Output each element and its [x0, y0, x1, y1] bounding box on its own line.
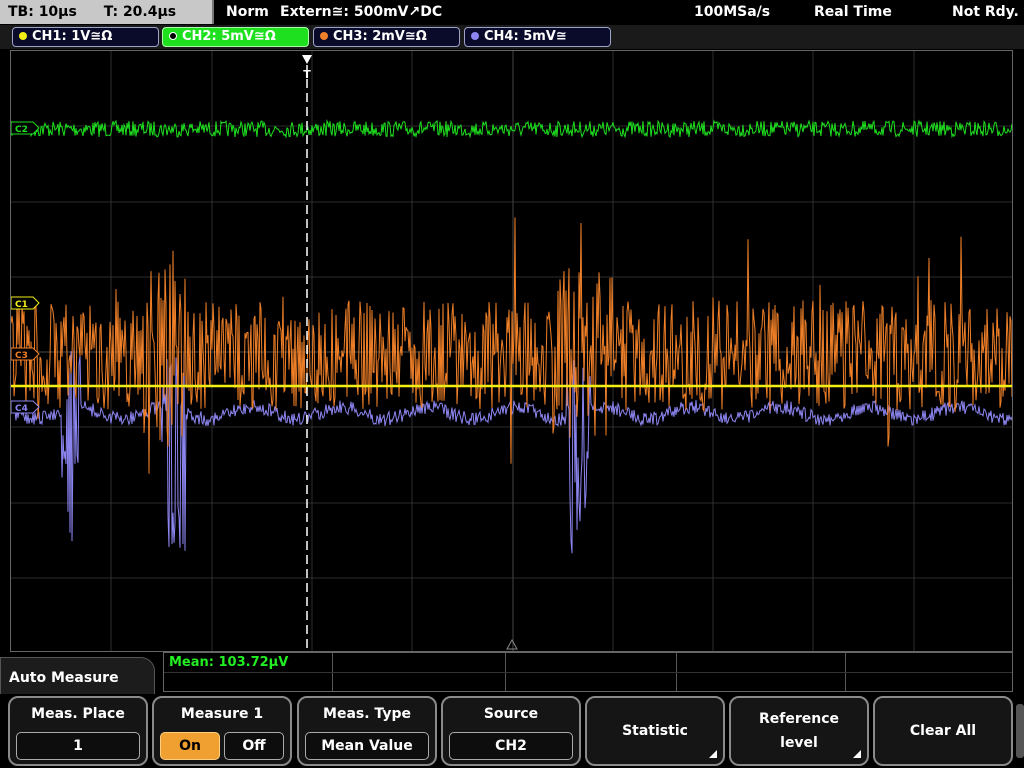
reference-level-label-line1: Reference	[758, 711, 840, 727]
acquisition-mode: Real Time	[814, 4, 892, 20]
measure1-on-button[interactable]: On	[160, 732, 220, 760]
source-value[interactable]: CH2	[449, 732, 573, 760]
reference-level-label-block: Reference level	[731, 698, 867, 764]
timebase-box[interactable]: TB: 10µs T: 20.4µs	[0, 0, 214, 24]
tab-ch2-label: CH2: 5mV≅Ω	[182, 29, 276, 44]
waveform-display[interactable]: T C2 C1 C3 C4	[10, 50, 1013, 652]
ch3-marker-label: C3	[15, 351, 28, 361]
ch2-color-dot-icon	[169, 32, 177, 40]
ch2-marker-label: C2	[15, 125, 28, 135]
tab-ch2[interactable]: CH2: 5mV≅Ω	[162, 27, 309, 47]
acquisition-status: Not Rdy.	[952, 4, 1019, 20]
trigger-time-value: T: 20.4µs	[103, 4, 177, 20]
meas-place-label: Meas. Place	[31, 706, 125, 722]
trigger-source[interactable]: Extern≅: 500mV↗DC	[280, 0, 442, 24]
channel-tabs: CH1: 1V≅Ω CH2: 5mV≅Ω CH3: 2mV≅Ω CH4: 5mV…	[0, 25, 1024, 49]
submenu-corner-icon	[853, 750, 861, 758]
ch3-color-dot-icon	[320, 32, 328, 40]
trigger-mode[interactable]: Norm	[226, 0, 269, 24]
source-softkey[interactable]: Source CH2	[441, 696, 581, 766]
meas-type-label: Meas. Type	[323, 706, 411, 722]
measure1-softkey[interactable]: Measure 1 On Off	[152, 696, 292, 766]
waveform-canvas: T C2 C1 C3 C4	[11, 51, 1012, 651]
ch4-marker-label: C4	[15, 404, 28, 414]
source-label: Source	[483, 706, 539, 722]
tab-ch3-label: CH3: 2mV≅Ω	[333, 29, 427, 44]
measure1-label: Measure 1	[180, 706, 264, 722]
tab-ch1[interactable]: CH1: 1V≅Ω	[12, 27, 159, 47]
tab-ch4[interactable]: CH4: 5mV≅	[464, 27, 611, 47]
measure1-off-button[interactable]: Off	[224, 732, 284, 760]
statistic-label: Statistic	[622, 723, 688, 739]
trigger-marker-label: T	[303, 68, 311, 81]
softkey-menu: Meas. Place 1 Measure 1 On Off Meas. Typ…	[0, 694, 1024, 768]
timebase-value: TB: 10µs	[8, 4, 77, 20]
measurement-readout-strip: Mean: 103.72µV	[163, 652, 1013, 692]
statistic-softkey[interactable]: Statistic	[585, 696, 725, 766]
reference-level-softkey[interactable]: Reference level	[729, 696, 869, 766]
submenu-corner-icon	[709, 750, 717, 758]
sample-rate: 100MSa/s	[694, 4, 771, 20]
reference-level-label-line2: level	[780, 735, 818, 751]
clear-all-softkey[interactable]: Clear All	[873, 696, 1013, 766]
menu-title: Auto Measure	[0, 657, 155, 697]
meas-place-value[interactable]: 1	[16, 732, 140, 760]
trigger-offset-icon	[506, 638, 518, 650]
ch1-marker-label: C1	[15, 300, 28, 310]
tab-ch1-label: CH1: 1V≅Ω	[32, 29, 113, 44]
status-bar: TB: 10µs T: 20.4µs Norm Extern≅: 500mV↗D…	[0, 0, 1024, 24]
meas-type-softkey[interactable]: Meas. Type Mean Value	[297, 696, 437, 766]
tab-ch3[interactable]: CH3: 2mV≅Ω	[313, 27, 460, 47]
trigger-position-icon[interactable]	[302, 55, 312, 64]
clear-all-label: Clear All	[909, 723, 977, 739]
ch1-color-dot-icon	[19, 32, 27, 40]
meas-place-softkey[interactable]: Meas. Place 1	[8, 696, 148, 766]
ch4-offset-marker[interactable]: C4	[11, 400, 40, 414]
meas-type-value[interactable]: Mean Value	[305, 732, 429, 760]
measurement-readout: Mean: 103.72µV	[169, 655, 289, 670]
ch2-trace	[11, 119, 1012, 139]
tab-ch4-label: CH4: 5mV≅	[484, 29, 567, 44]
strip-divider	[164, 672, 1012, 673]
ch4-color-dot-icon	[471, 32, 479, 40]
menu-scroll-handle[interactable]	[1016, 704, 1024, 758]
